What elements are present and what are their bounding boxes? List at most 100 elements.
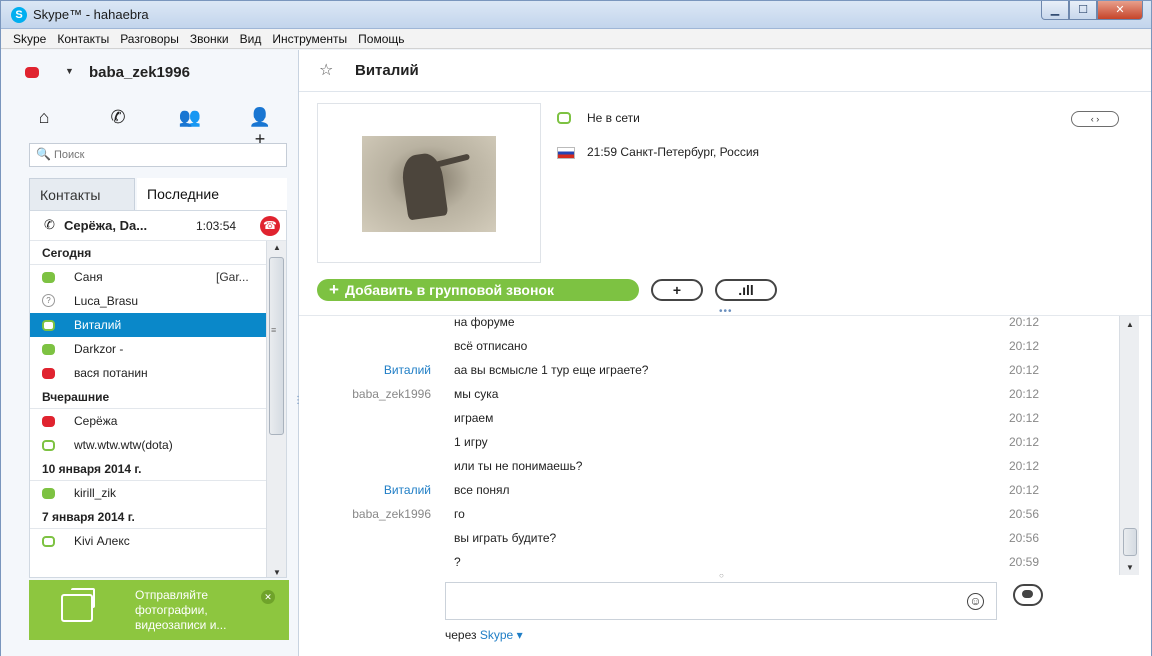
contact-item[interactable]: Darkzor - [30, 337, 266, 361]
message-time: 20:12 [1009, 339, 1040, 353]
window-title: Skype™ - hahaebra [33, 7, 149, 22]
russia-flag-icon [557, 147, 575, 159]
tab-recent[interactable]: Последние [137, 178, 287, 210]
my-username[interactable]: baba_zek1996 [89, 64, 190, 81]
chevron-down-icon[interactable]: ▼ [65, 66, 74, 76]
message-row[interactable]: 1 игру 20:12 [299, 430, 1119, 454]
search-input[interactable] [54, 147, 274, 163]
contact-item[interactable]: вася потанин [30, 361, 266, 385]
chat-history: на форуме 20:12 всё отписано 20:12 Виталий аа… [299, 315, 1151, 575]
unknown-status-icon: ? [42, 294, 55, 307]
promo-banner[interactable]: Отправляйте фотографии, видеозаписи и...… [29, 580, 289, 640]
call-quality-button[interactable]: .ıll [715, 279, 777, 301]
message-time: 20:59 [1009, 555, 1040, 569]
message-time: 20:12 [1009, 483, 1040, 497]
message-text: всё отписано [454, 339, 528, 353]
menu-conversations[interactable]: Разговоры [120, 29, 179, 48]
contact-item[interactable]: ? Luca_Brasu [30, 289, 266, 313]
contact-avatar[interactable] [362, 136, 496, 232]
chat-scrollbar[interactable]: ▲ ▼ [1119, 316, 1139, 575]
close-icon[interactable]: ✕ [261, 590, 275, 604]
scroll-thumb[interactable] [269, 257, 284, 435]
close-button[interactable]: ✕ [1097, 1, 1143, 20]
add-button[interactable]: + [651, 279, 703, 301]
message-sender: Виталий [383, 483, 431, 497]
menu-contacts[interactable]: Контакты [57, 29, 109, 48]
avatar-arm [431, 153, 471, 169]
scroll-up-icon[interactable]: ▲ [273, 243, 281, 252]
group-icon[interactable]: 👥 [175, 106, 205, 128]
contact-list-scrollbar[interactable]: ▲ ≡ ▼ [266, 241, 286, 577]
contact-name: вася потанин [74, 366, 148, 380]
contact-item[interactable]: Kivi Алекс [30, 529, 266, 553]
search-box[interactable]: 🔍 [29, 143, 287, 167]
message-sender: baba_zek1996 [352, 387, 431, 401]
message-row[interactable]: Виталий все понял 20:12 [299, 478, 1119, 502]
recent-list: Сегодня Саня [Gar...? Luca_Brasu Виталий Dark… [30, 241, 266, 553]
contact-item[interactable]: Саня [Gar... [30, 265, 266, 289]
busy-status-icon [42, 368, 55, 379]
conversation-panel: ☆ Виталий Не в сети 21:59 Санкт-Петербур… [299, 50, 1151, 656]
menu-skype[interactable]: Skype [13, 29, 46, 48]
message-row[interactable]: baba_zek1996 го 20:56 [299, 502, 1119, 526]
menu-calls[interactable]: Звонки [190, 29, 229, 48]
menu-help[interactable]: Помощь [358, 29, 404, 48]
window-controls: ▁ ☐ ✕ [1041, 1, 1143, 21]
send-message-button[interactable] [1013, 584, 1043, 606]
message-row[interactable]: вы играть будите? 20:56 [299, 526, 1119, 550]
message-input[interactable]: ☺ [445, 582, 997, 620]
group-header: Вчерашние [30, 385, 266, 409]
offline-status-icon [42, 536, 55, 547]
minimize-button[interactable]: ▁ [1041, 1, 1069, 20]
send-via-skype-link[interactable]: Skype [480, 628, 513, 642]
message-text: ? [454, 555, 461, 569]
message-row[interactable]: на форуме 20:12 [299, 315, 1119, 334]
scroll-thumb[interactable] [1123, 528, 1137, 556]
menu-view[interactable]: Вид [240, 29, 262, 48]
contact-item[interactable]: Серёжа [30, 409, 266, 433]
emoticon-icon[interactable]: ☺ [967, 593, 984, 610]
contact-item[interactable]: Виталий [30, 313, 266, 337]
profile-pager[interactable]: ‹ › [1071, 111, 1119, 127]
send-via: через Skype ▾ [445, 628, 523, 642]
contact-name: Luca_Brasu [74, 294, 139, 308]
tab-contacts[interactable]: Контакты [29, 178, 135, 210]
menu-tools[interactable]: Инструменты [272, 29, 347, 48]
message-text: 1 игру [454, 435, 488, 449]
home-icon[interactable]: ⌂ [29, 106, 59, 128]
add-to-group-call-button[interactable]: + Добавить в групповой звонок [317, 279, 639, 301]
message-row[interactable]: или ты не понимаешь? 20:12 [299, 454, 1119, 478]
message-row[interactable]: Виталий аа вы всмысле 1 тур еще играете? 2… [299, 358, 1119, 382]
pager-arrows[interactable]: ‹ › [1091, 114, 1100, 124]
hang-up-icon[interactable]: ☎ [260, 216, 280, 236]
add-contact-icon[interactable]: 👤+ [245, 106, 275, 149]
maximize-button[interactable]: ☐ [1069, 1, 1097, 20]
offline-status-icon [557, 112, 571, 124]
message-row[interactable]: baba_zek1996 мы сука 20:12 [299, 382, 1119, 406]
contact-item[interactable]: wtw.wtw.wtw(dota) [30, 433, 266, 457]
contact-name: Darkzor - [74, 342, 124, 356]
scroll-down-icon[interactable]: ▼ [273, 568, 281, 577]
plus-icon: + [329, 280, 339, 299]
photo-share-icon [61, 588, 95, 622]
contact-name: Виталий [74, 318, 122, 332]
contact-item[interactable]: kirill_zik [30, 481, 266, 505]
resize-dot-icon[interactable]: ○ [719, 571, 724, 580]
phone-icon[interactable]: ✆ [103, 106, 133, 128]
message-time: 20:12 [1009, 387, 1040, 401]
scroll-down-icon[interactable]: ▼ [1126, 563, 1134, 572]
message-text: на форуме [454, 315, 515, 329]
star-icon[interactable]: ☆ [319, 60, 333, 80]
active-call-row[interactable]: ✆ Серёжа, Da... 1:03:54 ☎ [30, 211, 286, 241]
message-time: 20:12 [1009, 315, 1040, 329]
message-row[interactable]: всё отписано 20:12 [299, 334, 1119, 358]
scroll-up-icon[interactable]: ▲ [1126, 320, 1134, 329]
message-time: 20:12 [1009, 363, 1040, 377]
message-row[interactable]: играем 20:12 [299, 406, 1119, 430]
message-sender: Виталий [383, 363, 431, 377]
message-row[interactable]: ? 20:59 [299, 550, 1119, 574]
chevron-down-icon[interactable]: ▾ [517, 628, 523, 642]
busy-status-icon[interactable] [25, 67, 39, 78]
message-sender: baba_zek1996 [352, 507, 431, 521]
title-bar[interactable]: S Skype™ - hahaebra ▁ ☐ ✕ [1, 1, 1151, 29]
